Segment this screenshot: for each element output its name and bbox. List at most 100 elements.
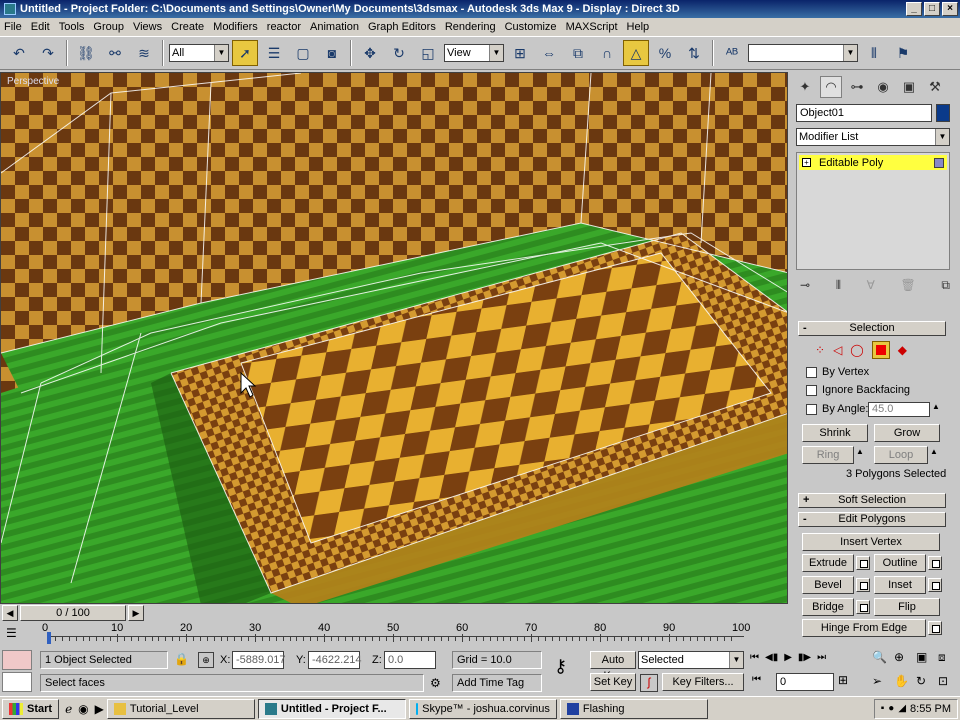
taskbar-item-skype[interactable]: Skype™ - joshua.corvinus <box>408 698 557 719</box>
zoom-all-icon[interactable]: ⊕ <box>894 650 914 672</box>
arc-rotate-icon[interactable]: ↻ <box>916 674 936 695</box>
selection-filter-dropdown[interactable]: All ▼ <box>169 44 229 62</box>
modify-tab-icon[interactable]: ◠ <box>820 76 842 98</box>
vertex-mode-icon[interactable]: ⁘ <box>815 343 825 357</box>
configure-sets-icon[interactable]: ⧉ <box>941 278 950 296</box>
default-in-out-tangent-icon[interactable]: ʃ <box>640 674 658 692</box>
flip-button[interactable]: Flip <box>874 598 940 616</box>
ring-spinner[interactable]: ▲ <box>856 447 864 456</box>
polygon-mode-icon[interactable] <box>871 341 890 359</box>
rotate-icon[interactable]: ↻ <box>386 40 412 66</box>
zoom-icon[interactable]: 🔍 <box>872 650 892 672</box>
taskbar-item-3dsmax[interactable]: Untitled - Project F... <box>257 698 406 719</box>
viewport-label[interactable]: Perspective <box>7 76 59 87</box>
selection-rollout-header[interactable]: - Selection <box>798 321 946 336</box>
add-time-tag[interactable]: Add Time Tag <box>452 674 542 692</box>
hinge-from-edge-button[interactable]: Hinge From Edge <box>802 619 926 637</box>
inset-button[interactable]: Inset <box>874 576 926 594</box>
shrink-button[interactable]: Shrink <box>802 424 868 442</box>
hierarchy-tab-icon[interactable]: ⊶ <box>846 76 868 98</box>
start-button[interactable]: Start <box>2 698 60 719</box>
maxscript-listener-white[interactable] <box>2 672 32 692</box>
ignore-backfacing-checkbox[interactable] <box>806 385 817 396</box>
element-mode-icon[interactable]: ◆ <box>898 343 907 357</box>
angle-spinner[interactable]: ▲ <box>932 402 940 411</box>
curve-editor-icon[interactable]: ☰ <box>6 626 17 640</box>
x-coord-field[interactable]: -5889.017 <box>232 651 286 669</box>
timeline-current-frame-marker[interactable] <box>47 632 51 644</box>
remove-modifier-icon[interactable]: 🗑 <box>901 278 916 296</box>
loop-spinner[interactable]: ▲ <box>930 447 938 456</box>
percent-snap-icon[interactable]: % <box>652 40 678 66</box>
utilities-tab-icon[interactable]: ⚒ <box>924 76 946 98</box>
time-slider-thumb[interactable]: 0 / 100 <box>20 605 126 621</box>
menu-tools[interactable]: Tools <box>59 21 91 33</box>
menu-animation[interactable]: Animation <box>310 21 365 33</box>
motion-tab-icon[interactable]: ◉ <box>872 76 894 98</box>
maximize-button[interactable]: □ <box>924 2 940 16</box>
object-name-field[interactable]: Object01 <box>796 104 932 122</box>
angle-value-field[interactable]: 45.0 <box>868 402 930 417</box>
move-icon[interactable]: ✥ <box>357 40 383 66</box>
goto-start-icon[interactable]: ⏮ <box>750 652 759 670</box>
outline-settings-button[interactable] <box>928 556 942 570</box>
extrude-settings-button[interactable] <box>856 556 870 570</box>
maxscript-listener-pink[interactable] <box>2 650 32 670</box>
ie-icon[interactable]: ℯ <box>65 702 72 716</box>
taskbar-item-flashing[interactable]: Flashing <box>559 698 708 719</box>
redo-icon[interactable]: ↷ <box>35 40 61 66</box>
menu-file[interactable]: File <box>4 21 28 33</box>
bevel-button[interactable]: Bevel <box>802 576 854 594</box>
menu-group[interactable]: Group <box>93 21 130 33</box>
bind-space-warp-icon[interactable]: ≋ <box>131 40 157 66</box>
by-vertex-checkbox[interactable] <box>806 367 817 378</box>
set-key-button[interactable]: Set Key <box>590 673 636 691</box>
quick-render-icon[interactable]: ⚑ <box>890 40 916 66</box>
menu-graph-editors[interactable]: Graph Editors <box>368 21 442 33</box>
hinge-settings-button[interactable] <box>928 621 942 635</box>
play-icon[interactable]: ▶ <box>784 652 792 670</box>
menu-views[interactable]: Views <box>133 21 168 33</box>
menu-rendering[interactable]: Rendering <box>445 21 502 33</box>
mirror-icon[interactable]: ⇔ <box>536 40 562 66</box>
time-config-icon[interactable]: ⊞ <box>838 673 848 687</box>
inset-settings-button[interactable] <box>928 578 942 592</box>
zoom-extents-icon[interactable]: ▣ <box>916 650 936 672</box>
bridge-button[interactable]: Bridge <box>802 598 854 616</box>
insert-vertex-button[interactable]: Insert Vertex <box>802 533 940 551</box>
field-of-view-icon[interactable]: ➢ <box>872 674 892 695</box>
media-icon[interactable]: ▶ <box>95 702 104 716</box>
key-filters-button[interactable]: Key Filters... <box>662 673 744 691</box>
select-by-name-icon[interactable]: ☰ <box>261 40 287 66</box>
zoom-extents-all-icon[interactable]: ⧈ <box>938 650 958 672</box>
minimize-button[interactable]: _ <box>906 2 922 16</box>
goto-end-icon[interactable]: ⏭ <box>817 652 826 670</box>
pin-stack-icon[interactable]: ⊸ <box>800 278 810 296</box>
stack-item-editable-poly[interactable]: + Editable Poly <box>799 155 947 170</box>
window-crossing-icon[interactable]: ◙ <box>319 40 345 66</box>
key-mode-toggle-icon[interactable]: ⏮ <box>752 674 761 685</box>
firefox-icon[interactable]: ◉ <box>78 702 88 716</box>
named-selection-dropdown[interactable]: ▼ <box>748 44 858 62</box>
border-mode-icon[interactable]: ◯ <box>850 343 863 357</box>
prev-frame-icon[interactable]: ◀▮ <box>765 652 778 670</box>
menu-edit[interactable]: Edit <box>31 21 56 33</box>
grow-button[interactable]: Grow <box>874 424 940 442</box>
time-slider[interactable]: ◀ 0 / 100 ▶ <box>0 604 790 622</box>
tray-skype-icon[interactable]: ● <box>888 703 894 714</box>
select-and-link-icon[interactable]: ⛓ <box>73 40 99 66</box>
extrude-button[interactable]: Extrude <box>802 554 854 572</box>
next-frame-icon[interactable]: ▮▶ <box>798 652 811 670</box>
unlink-icon[interactable]: ⚯ <box>102 40 128 66</box>
reference-coord-dropdown[interactable]: View ▼ <box>444 44 504 62</box>
z-coord-field[interactable]: 0.0 <box>384 651 436 669</box>
spinner-snap-icon[interactable]: ⇅ <box>681 40 707 66</box>
loop-button[interactable]: Loop <box>874 446 928 464</box>
edit-polygons-rollout-header[interactable]: - Edit Polygons <box>798 512 946 527</box>
maximize-viewport-icon[interactable]: ⊡ <box>938 674 958 695</box>
soft-selection-rollout-header[interactable]: + Soft Selection <box>798 493 946 508</box>
key-mode-dropdown[interactable]: Selected ▼ <box>638 651 744 669</box>
select-object-icon[interactable]: ➚ <box>232 40 258 66</box>
angle-snap-icon[interactable]: △ <box>623 40 649 66</box>
tray-volume-icon[interactable]: ◢ <box>898 703 906 714</box>
